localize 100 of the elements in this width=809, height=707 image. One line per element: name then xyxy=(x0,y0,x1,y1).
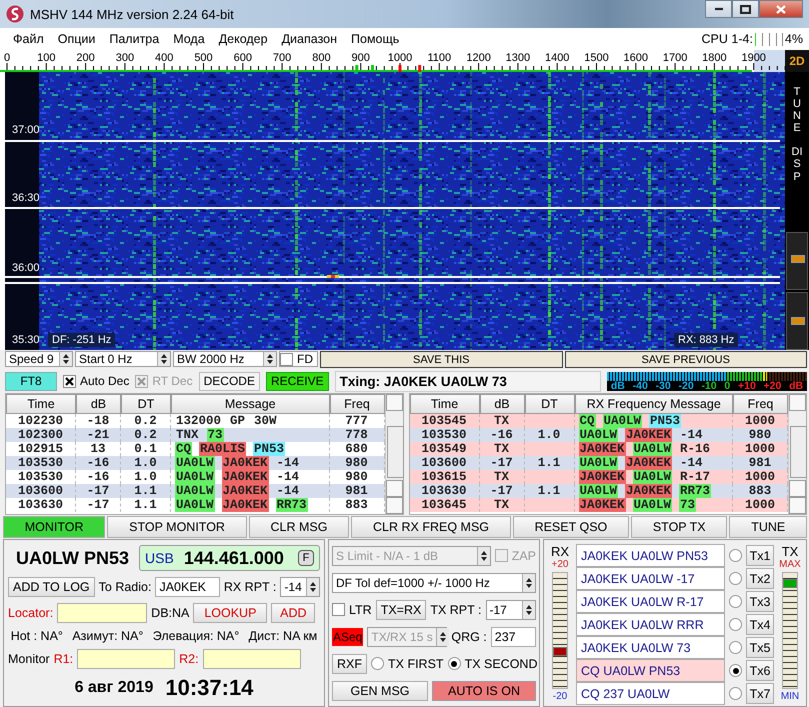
mode-button[interactable]: FT8 xyxy=(5,372,57,390)
menu-item[interactable]: Файл xyxy=(6,32,51,46)
column-header[interactable]: Freq xyxy=(733,394,788,414)
spin-arrows-icon[interactable] xyxy=(522,600,534,618)
slider-thumb[interactable] xyxy=(791,317,805,325)
column-header[interactable]: Freq xyxy=(330,394,384,414)
lookup-button[interactable]: LOOKUP xyxy=(193,603,268,623)
tx-button[interactable]: Tx7 xyxy=(746,683,774,704)
message-field[interactable]: JA0KEK UA0LW PN53 xyxy=(576,544,725,567)
column-header[interactable]: RX Frequency Message xyxy=(574,394,733,414)
spin-arrows-icon[interactable] xyxy=(59,352,72,366)
message-word: JA0KEK xyxy=(578,442,626,456)
tx-button[interactable]: Tx2 xyxy=(746,568,774,589)
save-this-button[interactable]: SAVE THIS xyxy=(320,351,562,368)
decode-button[interactable]: DECODE xyxy=(198,372,260,390)
info-text: Дист: NA км xyxy=(248,629,318,643)
radio-button[interactable] xyxy=(729,618,742,631)
toolbar-button[interactable]: TUNE xyxy=(729,516,807,538)
message-field[interactable]: JA0KEK UA0LW 73 xyxy=(576,636,725,659)
vertical-label[interactable]: TUNE xyxy=(792,86,802,134)
slider-thumb[interactable] xyxy=(783,578,797,588)
menu-item[interactable]: Помощь xyxy=(344,32,406,46)
radio-button[interactable] xyxy=(729,664,742,677)
slider-thumb[interactable] xyxy=(553,647,567,656)
vertical-label[interactable]: DISP xyxy=(792,146,802,183)
column-header[interactable]: Time xyxy=(410,394,480,414)
to-radio-field[interactable]: JA0KEK xyxy=(155,577,220,597)
df-tolerance-spinbox[interactable]: DF Tol def=1000 +/- 1000 Hz xyxy=(332,572,536,592)
rx-report-spinbox[interactable]: -14 xyxy=(280,577,320,597)
radio-button[interactable] xyxy=(729,549,742,562)
tx-button[interactable]: Tx1 xyxy=(746,545,774,566)
add-to-log-button[interactable]: ADD TO LOG xyxy=(8,577,95,597)
checkbox[interactable] xyxy=(63,374,76,388)
column-header[interactable]: DT xyxy=(524,394,574,414)
add-button[interactable]: ADD xyxy=(271,603,316,623)
auto-button[interactable]: AUTO IS ON xyxy=(432,680,536,700)
radio-button[interactable] xyxy=(448,657,461,670)
column-header[interactable]: dB xyxy=(76,394,121,414)
table-cell: 980 xyxy=(733,428,788,442)
message-field[interactable]: CQ 237 UA0LW xyxy=(576,682,725,705)
menu-item[interactable]: Опции xyxy=(50,32,102,46)
maximize-button[interactable] xyxy=(732,0,759,18)
scale-label: 1200 xyxy=(466,52,491,64)
message-field[interactable]: CQ UA0LW PN53 xyxy=(576,659,725,682)
radio-button[interactable] xyxy=(729,641,742,654)
column-header[interactable]: dB xyxy=(480,394,524,414)
spin-arrows-icon[interactable] xyxy=(157,352,170,366)
tx-button[interactable]: Tx4 xyxy=(746,614,774,635)
qrg-field[interactable]: 237 xyxy=(490,626,536,646)
menu-item[interactable]: Мода xyxy=(166,32,212,46)
save-previous-button[interactable]: SAVE PREVIOUS xyxy=(564,351,807,368)
menu-item[interactable]: Декодер xyxy=(212,32,275,46)
spin-arrows-icon[interactable] xyxy=(263,352,276,366)
column-header[interactable]: DT xyxy=(121,394,171,414)
speed-spinbox[interactable]: Speed 9 xyxy=(5,351,73,367)
slider-thumb[interactable] xyxy=(791,254,805,263)
message-field[interactable]: JA0KEK UA0LW R-17 xyxy=(576,590,725,613)
menu-item[interactable]: Диапазон xyxy=(274,32,344,46)
locator-field[interactable] xyxy=(57,603,148,623)
f-button[interactable]: F xyxy=(298,550,314,566)
message-word: -14 xyxy=(276,470,300,484)
message-field[interactable]: JA0KEK UA0LW -17 xyxy=(576,567,725,590)
scrollbar[interactable] xyxy=(384,394,402,514)
toolbar-button[interactable]: MONITOR xyxy=(3,516,106,538)
view-mode-button[interactable]: 2D xyxy=(785,50,809,72)
r1-field[interactable] xyxy=(77,649,176,669)
gen-msg-button[interactable]: GEN MSG xyxy=(332,680,428,700)
receive-button[interactable]: RECEIVE xyxy=(266,372,329,390)
tx-report-spinbox[interactable]: -17 xyxy=(486,600,536,620)
tx-button[interactable]: Tx5 xyxy=(746,637,774,658)
bandwidth-spinbox[interactable]: BW 2000 Hz xyxy=(173,351,277,367)
scrollbar[interactable] xyxy=(788,394,806,514)
toolbar-button[interactable]: CLR RX FREQ MSG xyxy=(351,516,511,538)
r2-field[interactable] xyxy=(202,649,301,669)
message-field[interactable]: JA0KEK UA0LW RRR xyxy=(576,613,725,636)
column-header[interactable]: Message xyxy=(171,394,330,414)
checkbox[interactable] xyxy=(280,352,293,366)
toolbar-button[interactable]: STOP TX xyxy=(631,516,728,538)
toolbar-button[interactable]: CLR MSG xyxy=(248,516,350,538)
tx-button[interactable]: Tx6 xyxy=(746,660,774,681)
tx-equals-rx-button[interactable]: TX=RX xyxy=(376,600,426,620)
tx-button[interactable]: Tx3 xyxy=(746,591,774,612)
menu-item[interactable]: Палитра xyxy=(102,32,166,46)
column-header[interactable]: Time xyxy=(6,394,76,414)
start-spinbox[interactable]: Start 0 Hz xyxy=(75,351,171,367)
spin-arrows-icon[interactable] xyxy=(522,574,535,592)
checkbox[interactable] xyxy=(332,603,345,616)
minimize-button[interactable] xyxy=(705,0,732,18)
toolbar-button[interactable]: RESET QSO xyxy=(512,516,630,538)
radio-button[interactable] xyxy=(729,595,742,608)
radio-button[interactable] xyxy=(371,657,384,670)
close-button[interactable] xyxy=(759,0,803,18)
toolbar-button[interactable]: STOP MONITOR xyxy=(107,516,247,538)
checkbox-label: RT Dec xyxy=(152,374,193,388)
rxf-button[interactable]: RXF xyxy=(332,654,367,674)
table-cell: 778 xyxy=(330,428,384,442)
spin-arrows-icon[interactable] xyxy=(306,578,319,596)
radio-button[interactable] xyxy=(729,572,742,585)
radio-button[interactable] xyxy=(729,687,742,700)
info-text: Hot : NA° xyxy=(10,629,63,643)
